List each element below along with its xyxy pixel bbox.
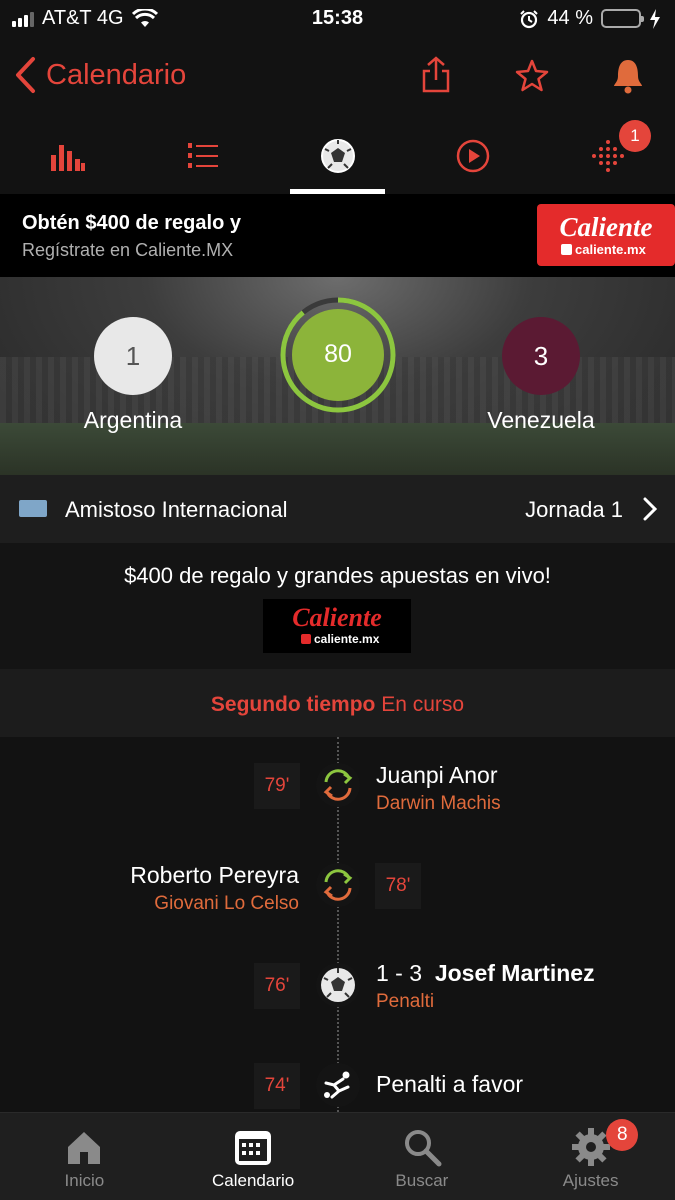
battery-percent: 44 % bbox=[547, 7, 593, 29]
event-minute: 76' bbox=[254, 963, 300, 1009]
event-minute: 74' bbox=[254, 1063, 300, 1109]
away-score: 3 bbox=[502, 317, 580, 395]
event-timeline: 79' Juanpi Anor Darwin Machis Roberto Pe… bbox=[0, 737, 675, 1112]
star-icon[interactable] bbox=[515, 56, 549, 94]
tabbar-item-buscar[interactable]: Buscar bbox=[338, 1113, 507, 1200]
competition-row[interactable]: Amistoso Internacional Jornada 1 bbox=[0, 475, 675, 543]
home-team-name: Argentina bbox=[83, 407, 183, 433]
search-icon bbox=[404, 1130, 442, 1167]
caliente-logo[interactable]: Caliente caliente.mx bbox=[537, 204, 675, 266]
status-bar: AT&T 4G 15:38 44 % bbox=[0, 0, 675, 38]
tabbar-label: Ajustes bbox=[562, 1171, 619, 1190]
caliente-logo-sub: caliente.mx bbox=[575, 242, 647, 257]
player-in: Roberto Pereyra bbox=[130, 862, 299, 888]
away-team-name: Venezuela bbox=[487, 407, 595, 433]
caliente-promo-logo-sub: caliente.mx bbox=[314, 632, 380, 646]
match-minute: 80 bbox=[279, 296, 397, 414]
ad-banner[interactable]: Obtén $400 de regalo y Regístrate en Cal… bbox=[0, 194, 675, 277]
tabbar-item-calendario[interactable]: Calendario bbox=[169, 1113, 338, 1200]
play-icon bbox=[456, 139, 489, 173]
calendar-icon bbox=[235, 1131, 272, 1165]
tabbar-label: Inicio bbox=[64, 1171, 105, 1190]
event-item[interactable]: Roberto Pereyra Giovani Lo Celso 78' bbox=[0, 837, 675, 917]
gear-icon bbox=[571, 1128, 610, 1166]
event-minute: 79' bbox=[254, 763, 300, 809]
dots-icon bbox=[591, 140, 624, 172]
alarm-icon bbox=[520, 9, 539, 28]
world-flag-icon bbox=[19, 500, 47, 517]
goal-scorer: Josef Martinez bbox=[434, 960, 595, 986]
player-out: Darwin Machis bbox=[376, 793, 501, 814]
tabbar-item-ajustes[interactable]: Ajustes 8 bbox=[506, 1113, 675, 1200]
share-icon[interactable] bbox=[419, 56, 453, 94]
round-label: Jornada 1 bbox=[525, 497, 623, 522]
match-tabs: 1 bbox=[0, 118, 675, 194]
caliente-logo-text: Caliente bbox=[560, 212, 653, 242]
goal-type: Penalti bbox=[376, 991, 435, 1012]
home-icon bbox=[68, 1132, 101, 1164]
settings-badge: 8 bbox=[606, 1119, 639, 1151]
chevron-left-icon bbox=[16, 57, 35, 93]
scoreboard: 1 Argentina 80 3 Venezuela bbox=[0, 277, 675, 475]
substitution-icon bbox=[316, 863, 360, 907]
event-item[interactable]: 79' Juanpi Anor Darwin Machis bbox=[0, 737, 675, 817]
soccer-ball-icon bbox=[320, 139, 355, 173]
player-out: Giovani Lo Celso bbox=[154, 893, 299, 914]
home-team[interactable]: 1 Argentina bbox=[80, 317, 186, 434]
event-item[interactable]: 74' Penalti a favor bbox=[0, 1037, 675, 1117]
period-header: Segundo tiempo En curso bbox=[0, 669, 675, 737]
promo-text: $400 de regalo y grandes apuestas en viv… bbox=[124, 563, 551, 588]
back-button[interactable]: Calendario bbox=[14, 56, 186, 94]
tab-video[interactable] bbox=[405, 118, 540, 194]
tab-more[interactable]: 1 bbox=[540, 118, 675, 194]
goal-score: 1 - 3 bbox=[376, 960, 423, 986]
caliente-promo-logo[interactable]: Caliente caliente.mx bbox=[263, 599, 411, 653]
charging-icon bbox=[650, 8, 660, 29]
navigation-bar: Calendario bbox=[0, 38, 675, 118]
back-label: Calendario bbox=[46, 58, 187, 91]
period-label: Segundo tiempo bbox=[210, 693, 376, 716]
tab-match[interactable] bbox=[270, 118, 405, 194]
player-in: Juanpi Anor bbox=[376, 762, 498, 788]
caliente-promo-logo-text: Caliente bbox=[292, 603, 382, 632]
minute-value: 80 bbox=[324, 340, 352, 368]
battery-icon bbox=[601, 9, 644, 28]
home-score: 1 bbox=[94, 317, 172, 395]
list-icon bbox=[187, 143, 218, 168]
tab-lineups[interactable] bbox=[135, 118, 270, 194]
substitution-icon bbox=[316, 763, 360, 807]
event-item[interactable]: 76' 1 - 3 Josef Martinez Penalti bbox=[0, 937, 675, 1017]
away-team[interactable]: 3 Venezuela bbox=[483, 317, 599, 434]
ad-subtitle: Regístrate en Caliente.MX bbox=[22, 240, 234, 260]
tabbar-label: Calendario bbox=[212, 1171, 295, 1190]
penalty-kick-icon bbox=[316, 1063, 360, 1107]
stats-icon bbox=[50, 145, 85, 171]
bell-icon[interactable] bbox=[611, 56, 645, 94]
tabbar-label: Buscar bbox=[395, 1171, 449, 1190]
tab-stats[interactable] bbox=[0, 118, 135, 194]
tab-badge: 1 bbox=[619, 120, 651, 152]
period-status: En curso bbox=[381, 693, 465, 716]
event-minute: 78' bbox=[375, 863, 421, 909]
event-label: Penalti a favor bbox=[376, 1071, 524, 1097]
promo-banner[interactable]: $400 de regalo y grandes apuestas en viv… bbox=[0, 543, 675, 669]
chevron-right-icon bbox=[643, 497, 657, 521]
goal-ball-icon bbox=[316, 963, 360, 1007]
bottom-tab-bar: Inicio Calendario Buscar Ajustes 8 bbox=[0, 1112, 675, 1200]
tabbar-item-inicio[interactable]: Inicio bbox=[0, 1113, 169, 1200]
competition-name: Amistoso Internacional bbox=[65, 497, 288, 522]
ad-title: Obtén $400 de regalo y bbox=[22, 212, 241, 234]
